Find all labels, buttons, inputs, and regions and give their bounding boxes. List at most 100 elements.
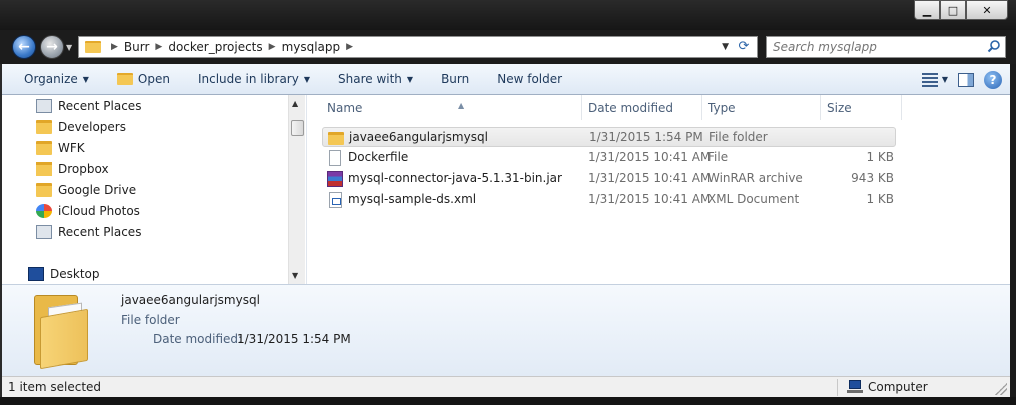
nav-item-icloud-photos[interactable]: iCloud Photos <box>36 201 140 221</box>
include-in-library-button[interactable]: Include in library ▼ <box>180 64 320 95</box>
file-size: 1 KB <box>866 192 894 206</box>
file-date: 1/31/2015 10:41 AM <box>588 192 711 206</box>
column-header-size[interactable]: Size <box>822 95 902 120</box>
file-row[interactable]: Dockerfile 1/31/2015 10:41 AM File 1 KB <box>322 148 896 168</box>
preview-pane-icon[interactable] <box>958 72 974 87</box>
nav-item-label: WFK <box>58 141 85 155</box>
search-icon[interactable] <box>987 39 1001 53</box>
nav-item-label: Google Drive <box>58 183 137 197</box>
column-header-date-modified[interactable]: Date modified <box>583 95 702 120</box>
file-date: 1/31/2015 1:54 PM <box>589 130 703 144</box>
file-type: File folder <box>709 130 768 144</box>
chevron-down-icon: ▼ <box>406 74 414 84</box>
maximize-button[interactable]: □ <box>940 0 966 20</box>
view-options-dropdown[interactable]: ▼ <box>942 75 948 84</box>
nav-item-wfk[interactable]: WFK <box>36 138 85 158</box>
new-folder-button[interactable]: New folder <box>479 64 572 95</box>
status-location: Computer <box>868 380 928 394</box>
window-frame-right <box>1010 64 1016 397</box>
search-input[interactable] <box>767 37 977 57</box>
open-label: Open <box>137 72 170 86</box>
folder-icon <box>328 132 344 145</box>
file-type: File <box>708 150 729 164</box>
recent-places-icon <box>36 99 52 113</box>
search-box <box>766 36 1006 58</box>
details-item-type: File folder <box>121 313 180 327</box>
nav-item-dropbox[interactable]: Dropbox <box>36 159 109 179</box>
view-controls: ▼ ? <box>921 64 1002 95</box>
scroll-up-icon[interactable]: ▲ <box>292 99 298 108</box>
column-header-label: Name <box>327 101 363 115</box>
breadcrumb-separator-icon[interactable]: ▶ <box>267 42 278 52</box>
close-button[interactable]: ✕ <box>966 0 1008 20</box>
large-folder-icon <box>30 291 94 370</box>
sort-ascending-icon: ▲ <box>458 101 465 110</box>
window-controls: ▁ □ ✕ <box>914 0 1008 20</box>
change-view-icon[interactable] <box>921 72 938 87</box>
breadcrumb-item-burr[interactable]: Burr <box>120 40 154 54</box>
refresh-icon[interactable]: ⟳ <box>735 39 753 55</box>
minimize-button[interactable]: ▁ <box>914 0 940 20</box>
recent-pages-dropdown[interactable]: ▼ <box>66 43 72 52</box>
file-row[interactable]: mysql-sample-ds.xml 1/31/2015 10:41 AM X… <box>322 190 896 210</box>
breadcrumb-separator-icon[interactable]: ▶ <box>153 42 164 52</box>
breadcrumb-separator-icon[interactable]: ▶ <box>344 42 355 52</box>
file-row[interactable]: mysql-connector-java-5.1.31-bin.jar 1/31… <box>322 169 896 189</box>
icloud-photos-icon <box>36 204 52 218</box>
nav-item-desktop[interactable]: Desktop <box>28 264 100 284</box>
share-with-button[interactable]: Share with ▼ <box>320 64 423 95</box>
chevron-down-icon: ▼ <box>303 74 310 84</box>
file-name: mysql-connector-java-5.1.31-bin.jar <box>348 171 562 185</box>
file-type: XML Document <box>708 192 800 206</box>
navigation-scrollbar[interactable]: ▲ ▼ <box>288 95 305 284</box>
folder-icon <box>85 41 101 53</box>
command-bar: Organize ▼ Open Include in library ▼ Sha… <box>2 64 1010 95</box>
nav-item-google-drive[interactable]: Google Drive <box>36 180 136 200</box>
file-date: 1/31/2015 10:41 AM <box>588 171 711 185</box>
details-date-value: 1/31/2015 1:54 PM <box>237 332 351 346</box>
navigation-pane: Recent Places Developers WFK Dropbox Goo… <box>2 95 307 284</box>
scrollbar-thumb[interactable] <box>291 120 304 136</box>
breadcrumb-item-mysqlapp[interactable]: mysqlapp <box>278 40 345 54</box>
open-folder-icon <box>116 73 133 85</box>
explorer-content: Recent Places Developers WFK Dropbox Goo… <box>2 95 1010 284</box>
file-row[interactable]: javaee6angularjsmysql 1/31/2015 1:54 PM … <box>322 127 896 147</box>
open-button[interactable]: Open <box>99 64 180 95</box>
burn-button[interactable]: Burn <box>423 64 479 95</box>
resize-grip-icon[interactable] <box>995 383 1007 395</box>
details-pane: javaee6angularjsmysql File folder Date m… <box>2 284 1010 376</box>
xml-document-icon <box>329 192 342 208</box>
address-bar[interactable]: ▶ Burr ▶ docker_projects ▶ mysqlapp ▶ ▼ … <box>78 36 758 58</box>
chevron-down-icon: ▼ <box>82 74 89 84</box>
address-row: ← → ▼ ▶ Burr ▶ docker_projects ▶ mysqlap… <box>0 30 1016 64</box>
nav-item-recent-places[interactable]: Recent Places <box>36 222 141 242</box>
title-bar: ▁ □ ✕ <box>0 0 1016 30</box>
nav-item-label: Developers <box>58 120 126 134</box>
window-frame-bottom <box>0 397 1016 405</box>
file-list: Name ▲ Date modified Type Size javaee6an… <box>308 95 1010 284</box>
nav-item-developers[interactable]: Developers <box>36 117 126 137</box>
window-frame-left <box>0 64 2 397</box>
computer-icon <box>847 380 863 394</box>
file-size: 943 KB <box>851 171 894 185</box>
breadcrumb-item-docker-projects[interactable]: docker_projects <box>164 40 266 54</box>
column-header-type[interactable]: Type <box>703 95 821 120</box>
file-name: javaee6angularjsmysql <box>349 130 488 144</box>
help-icon[interactable]: ? <box>984 70 1002 89</box>
address-history-dropdown[interactable]: ▼ <box>722 42 729 52</box>
details-item-name: javaee6angularjsmysql <box>121 293 260 307</box>
share-with-label: Share with <box>338 72 402 86</box>
column-headers: Name ▲ Date modified Type Size <box>322 95 912 120</box>
breadcrumb-separator-icon[interactable]: ▶ <box>109 42 120 52</box>
status-divider <box>837 379 838 396</box>
nav-item-recent-places[interactable]: Recent Places <box>36 96 141 116</box>
dropbox-icon <box>36 162 52 176</box>
column-header-name[interactable]: Name ▲ <box>322 95 582 120</box>
details-date-label: Date modified: <box>153 332 243 346</box>
breadcrumb: ▶ Burr ▶ docker_projects ▶ mysqlapp ▶ <box>109 40 355 54</box>
forward-button[interactable]: → <box>40 35 64 59</box>
organize-button[interactable]: Organize ▼ <box>2 64 99 95</box>
scroll-down-icon[interactable]: ▼ <box>292 271 298 280</box>
back-button[interactable]: ← <box>12 35 36 59</box>
folder-icon <box>36 141 52 155</box>
